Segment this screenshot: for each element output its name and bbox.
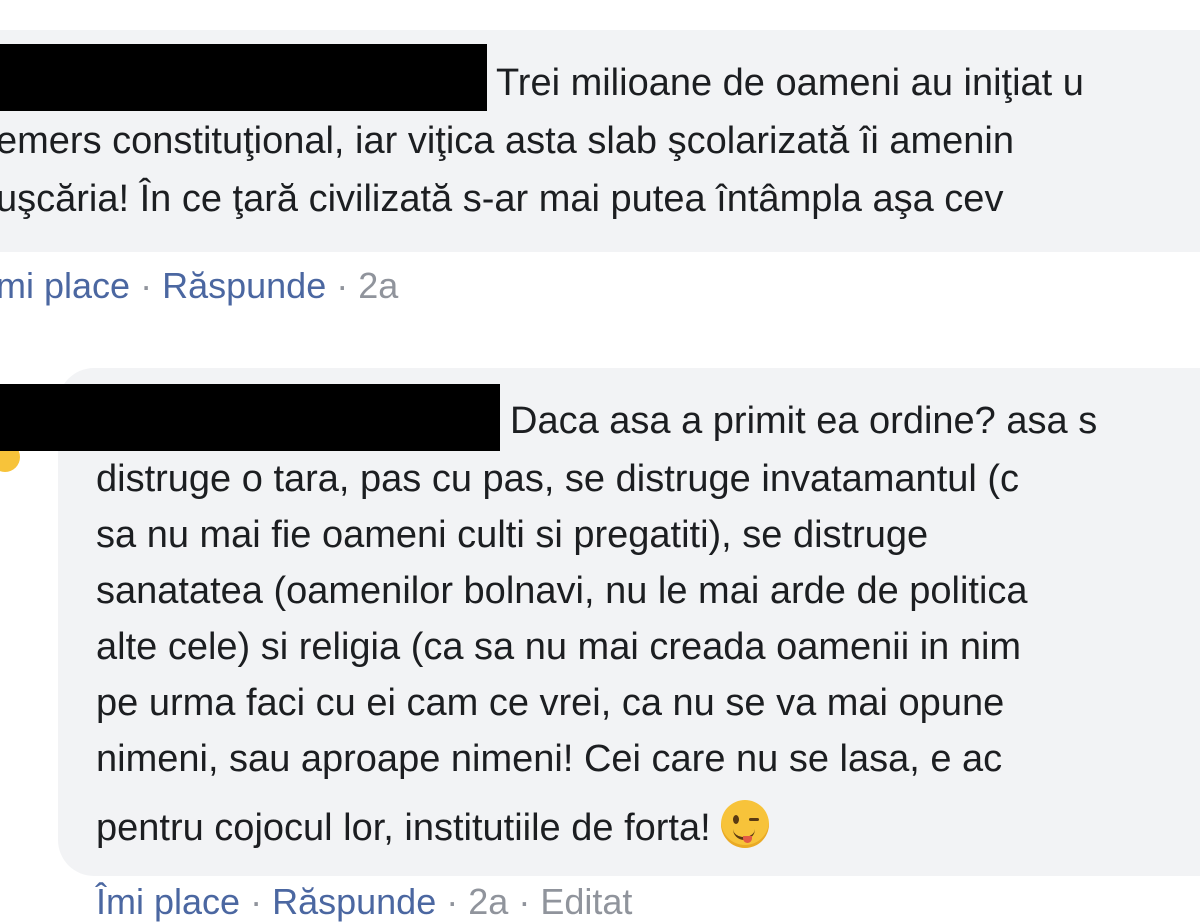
comment-1-line-3: uşcăria! În ce ţară civilizată s-ar mai … <box>0 178 1004 220</box>
comment-timestamp[interactable]: 2a <box>358 265 398 306</box>
like-link[interactable]: Îmi place <box>96 881 240 922</box>
comment-timestamp[interactable]: 2a <box>468 881 508 922</box>
comment-2-line-7: nimeni, sau aproape nimeni! Cei care nu … <box>96 738 1003 780</box>
reply-link[interactable]: Răspunde <box>272 881 436 922</box>
comment-1-line-2: emers constituţional, iar viţica asta sl… <box>0 120 1015 162</box>
redacted-author-name <box>0 44 487 111</box>
winking-face-with-tongue-icon <box>720 800 769 848</box>
comment-2-line-5: alte cele) si religia (ca sa nu mai crea… <box>96 626 1022 668</box>
edited-label[interactable]: Editat <box>540 881 632 922</box>
comment-1-actions: mi place · Răspunde · 2a <box>0 268 398 304</box>
comment-1-line-1: Trei milioane de oameni au iniţiat u <box>496 62 1084 104</box>
comment-2-line-1: Daca asa a primit ea ordine? asa s <box>510 400 1098 442</box>
separator-dot: · <box>140 265 153 306</box>
comment-2-line-2: distruge o tara, pas cu pas, se distruge… <box>96 458 1020 500</box>
reply-link[interactable]: Răspunde <box>162 265 326 306</box>
comment-2-line-3: sa nu mai fie oameni culti si pregatiti)… <box>96 514 929 556</box>
comment-2-line-8: pentru cojocul lor, institutiile de fort… <box>96 800 769 848</box>
comment-2-line-6: pe urma faci cu ei cam ce vrei, ca nu se… <box>96 682 1005 724</box>
comment-2-actions: Îmi place · Răspunde · 2a · Editat <box>96 884 632 920</box>
separator-dot: · <box>250 881 263 922</box>
comment-2-line-4: sanatatea (oamenilor bolnavi, nu le mai … <box>96 570 1028 612</box>
redacted-author-name <box>0 384 500 451</box>
separator-dot: · <box>336 265 349 306</box>
separator-dot: · <box>446 881 459 922</box>
comment-2-line-8-text: pentru cojocul lor, institutiile de fort… <box>96 807 711 849</box>
separator-dot: · <box>518 881 531 922</box>
like-link[interactable]: mi place <box>0 265 130 306</box>
